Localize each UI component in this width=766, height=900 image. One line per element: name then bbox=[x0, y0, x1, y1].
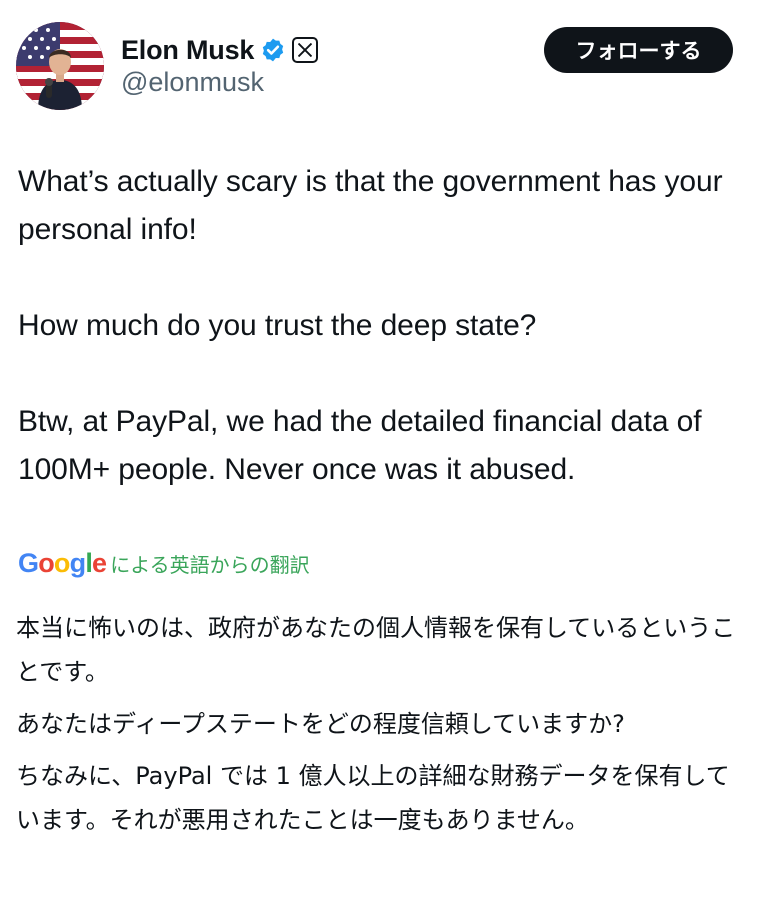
translation-attribution[interactable]: Google による英語からの翻訳 bbox=[18, 548, 310, 584]
x-logo-icon bbox=[292, 37, 319, 63]
author-name-row: Elon Musk bbox=[121, 30, 319, 70]
tweet-paragraph: What’s actually scary is that the govern… bbox=[18, 165, 723, 246]
author-handle[interactable]: @elonmusk bbox=[121, 67, 264, 98]
verified-badge-icon bbox=[260, 37, 286, 63]
author-display-name[interactable]: Elon Musk bbox=[121, 35, 254, 66]
translated-body: 本当に怖いのは、政府があなたの個人情報を保有しているということです。 あなたはデ… bbox=[16, 606, 751, 850]
tweet-body: What’s actually scary is that the govern… bbox=[18, 158, 753, 494]
tweet-header: Elon Musk @elonmusk フォローする bbox=[0, 0, 766, 120]
avatar-image bbox=[16, 22, 104, 110]
follow-button[interactable]: フォローする bbox=[544, 27, 733, 73]
translated-paragraph: 本当に怖いのは、政府があなたの個人情報を保有しているということです。 bbox=[16, 614, 736, 686]
translated-paragraph: ちなみに、PayPal では 1 億人以上の詳細な財務データを保有しています。そ… bbox=[16, 762, 730, 834]
tweet-paragraph: Btw, at PayPal, we had the detailed fina… bbox=[18, 405, 702, 486]
avatar[interactable] bbox=[16, 22, 104, 110]
translation-caption: による英語からの翻訳 bbox=[110, 555, 310, 577]
google-logo: Google bbox=[18, 548, 107, 578]
translated-paragraph: あなたはディープステートをどの程度信頼していますか? bbox=[16, 710, 625, 738]
tweet-paragraph: How much do you trust the deep state? bbox=[18, 309, 537, 342]
